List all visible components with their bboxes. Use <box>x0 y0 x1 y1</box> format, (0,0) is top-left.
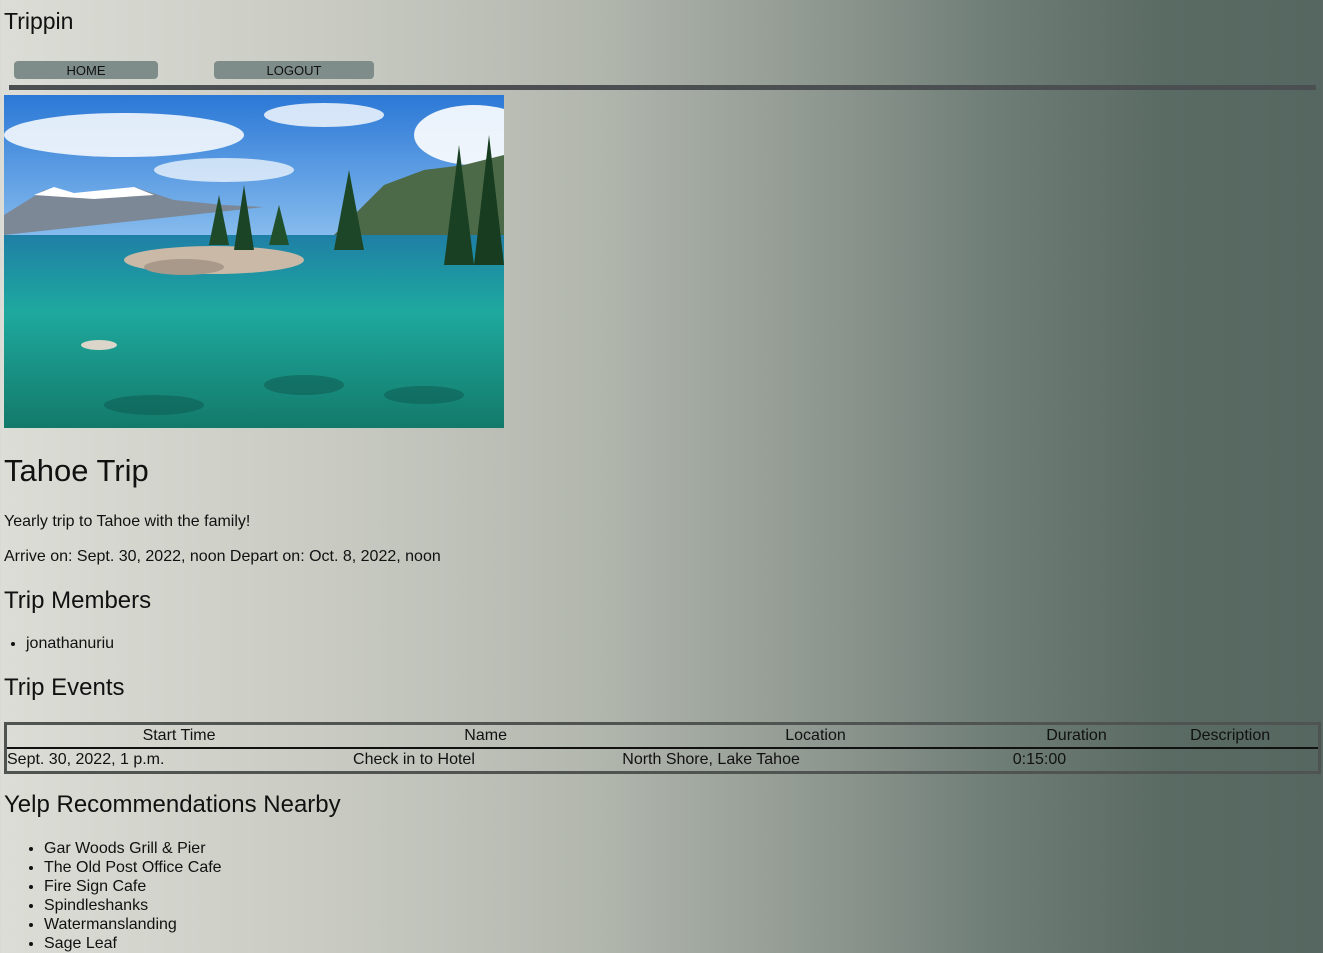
yelp-heading: Yelp Recommendations Nearby <box>4 791 341 818</box>
column-duration: Duration <box>1010 723 1143 749</box>
events-heading: Trip Events <box>4 674 125 701</box>
home-button[interactable]: HOME <box>14 61 158 79</box>
event-description <box>1142 748 1319 773</box>
column-name: Name <box>351 723 621 749</box>
column-start-time: Start Time <box>5 723 352 749</box>
list-item: Watermanslanding <box>44 915 222 934</box>
trip-title: Tahoe Trip <box>4 453 149 488</box>
members-heading: Trip Members <box>4 587 152 614</box>
members-list: jonathanuriu <box>4 635 114 653</box>
event-name: Check in to Hotel <box>353 751 475 768</box>
events-header-row: Start Time Name Location Duration Descri… <box>5 723 1320 749</box>
event-duration: 0:15:00 <box>1012 751 1067 768</box>
events-table: Start Time Name Location Duration Descri… <box>4 722 1321 774</box>
lake-tahoe-photo <box>4 95 504 428</box>
nav-divider <box>9 85 1316 90</box>
member-item: jonathanuriu <box>26 635 114 653</box>
yelp-list: Gar Woods Grill & Pier The Old Post Offi… <box>4 839 222 953</box>
table-row: Sept. 30, 2022, 1 p.m. Check in to Hotel… <box>6 748 1320 773</box>
trip-hero-image <box>4 95 504 428</box>
list-item: The Old Post Office Cafe <box>44 858 222 877</box>
list-item: Sage Leaf <box>44 934 222 953</box>
list-item: Gar Woods Grill & Pier <box>44 839 222 858</box>
trip-dates: Arrive on: Sept. 30, 2022, noon Depart o… <box>4 548 441 565</box>
event-location: North Shore, Lake Tahoe <box>622 751 800 768</box>
event-start-time: Sept. 30, 2022, 1 p.m. <box>7 751 165 768</box>
list-item: Spindleshanks <box>44 896 222 915</box>
trip-description: Yearly trip to Tahoe with the family! <box>4 513 251 530</box>
list-item: Fire Sign Cafe <box>44 877 222 896</box>
column-location: Location <box>620 723 1011 749</box>
brand-title[interactable]: Trippin <box>4 8 73 35</box>
logout-button[interactable]: LOGOUT <box>214 61 374 79</box>
column-description: Description <box>1142 723 1320 749</box>
